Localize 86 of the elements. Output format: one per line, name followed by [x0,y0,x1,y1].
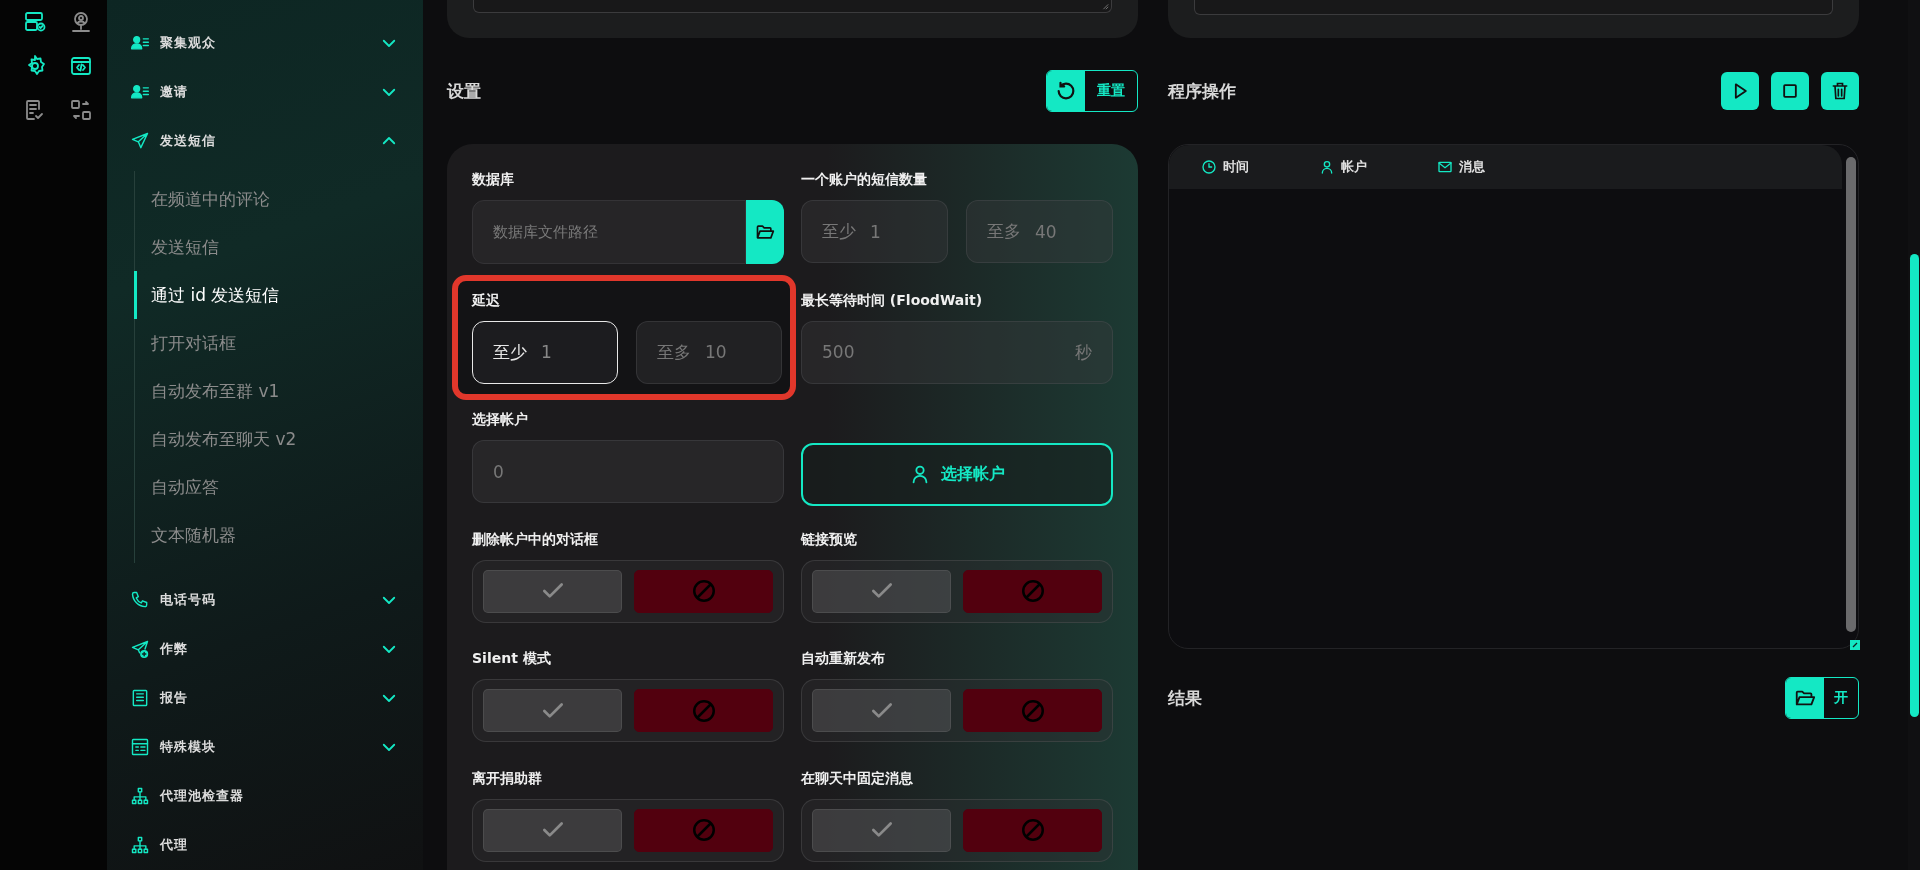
input-field[interactable]: 至多 10 [636,320,782,384]
sidebar-item[interactable]: 文本随机器 [134,511,398,559]
sidebar-group[interactable]: 发送短信 [130,116,398,165]
section-title: 设置 [447,79,481,103]
sidebar-group[interactable]: 代理池检查器 [130,771,398,820]
field-label: 最长等待时间 (FloodWait) [801,290,984,310]
field-label: 延迟 [472,290,501,310]
delete-button[interactable] [1821,72,1859,110]
block-icon [690,817,717,843]
block-icon [1019,697,1046,724]
enable-button[interactable] [483,808,622,852]
mail-icon [1437,159,1453,175]
paper-plane-plus-icon [130,638,150,659]
sidebar-item[interactable]: 发送短信 [134,223,398,271]
enable-button[interactable] [812,569,951,613]
sidebar-group[interactable]: 报告 [130,673,398,722]
swap-icon[interactable] [69,98,93,122]
sidebar-item[interactable]: 通过 id 发送短信 [134,271,398,319]
folder-icon [755,222,775,242]
field-label: 离开捐助群 [472,768,543,788]
resize-grip-icon [1850,640,1860,650]
phone-icon [130,589,150,610]
text-area[interactable] [473,0,1112,13]
column-header: 消息 [1437,158,1555,176]
sidebar-item[interactable]: 打开对话框 [134,319,398,367]
open-button[interactable]: 开 [1785,677,1859,719]
scrollbar[interactable] [1910,254,1919,717]
field-label: 选择帐户 [472,410,529,429]
enable-button[interactable] [483,569,622,613]
reset-button[interactable]: 重置 [1046,70,1138,112]
enable-button[interactable] [483,689,622,732]
stop-button[interactable] [1771,72,1809,110]
sidebar-item[interactable]: 自动应答 [134,463,398,511]
field-label: 一个账户的短信数量 [801,170,928,189]
scrollbar[interactable] [1846,157,1856,632]
disable-button[interactable] [634,689,773,732]
sidebar-group[interactable]: 聚集观众 [130,18,398,67]
server-check-icon[interactable] [23,10,47,34]
enable-button[interactable] [812,808,951,852]
field-label: 数据库 [472,170,515,189]
network-icon [130,834,150,855]
field-label: 删除帐户中的对话框 [472,529,599,549]
resize-grip-icon [1101,2,1109,10]
disable-button[interactable] [963,569,1102,613]
block-icon [1019,817,1046,843]
enable-button[interactable] [812,689,951,732]
sidebar-item[interactable]: 自动发布至群 v1 [134,367,398,415]
sidebar-item[interactable]: 自动发布至聊天 v2 [134,415,398,463]
text-area[interactable] [1194,0,1833,15]
disable-button[interactable] [963,689,1102,732]
input-field[interactable]: 数据库文件路径 [472,200,746,264]
sidebar-group[interactable]: 作弊 [130,624,398,673]
paper-plane-icon [130,130,150,151]
section-title: 结果 [1168,686,1202,710]
column-header: 帐户 [1319,158,1437,176]
block-icon [1019,578,1046,604]
block-icon [690,697,717,724]
block-icon [690,578,717,604]
network-icon [130,785,150,806]
sidebar-group[interactable]: 代理 [130,820,398,869]
field-label: Silent 模式 [472,649,552,668]
field-label: 在聊天中固定消息 [801,768,914,788]
section-title: 程序操作 [1168,79,1236,103]
user-icon [1319,159,1335,175]
stop-icon [1780,81,1800,101]
document-icon [130,687,150,708]
disable-button[interactable] [634,808,773,852]
field-label: 自动重新发布 [801,649,886,668]
refresh-icon [1055,80,1077,102]
column-header: 时间 [1201,158,1319,176]
browse-button[interactable] [746,200,784,264]
trash-icon [1830,81,1850,101]
clock-icon [1201,159,1217,175]
sidebar-group[interactable]: 电话号码 [130,575,398,624]
code-window-icon[interactable] [69,54,93,78]
table-icon [130,736,150,757]
sidebar-item[interactable]: 在频道中的评论 [134,175,398,223]
disable-button[interactable] [963,808,1102,852]
select-account-button[interactable]: 选择帐户 [801,442,1113,506]
user-pin-icon[interactable] [69,10,93,34]
input-field[interactable]: 至少 1 [472,320,618,384]
sidebar-group[interactable]: 邀请 [130,67,398,116]
sidebar-group[interactable]: 特殊模块 [130,722,398,771]
disable-button[interactable] [634,569,773,613]
field-label: 链接预览 [801,529,858,549]
play-button[interactable] [1721,72,1759,110]
